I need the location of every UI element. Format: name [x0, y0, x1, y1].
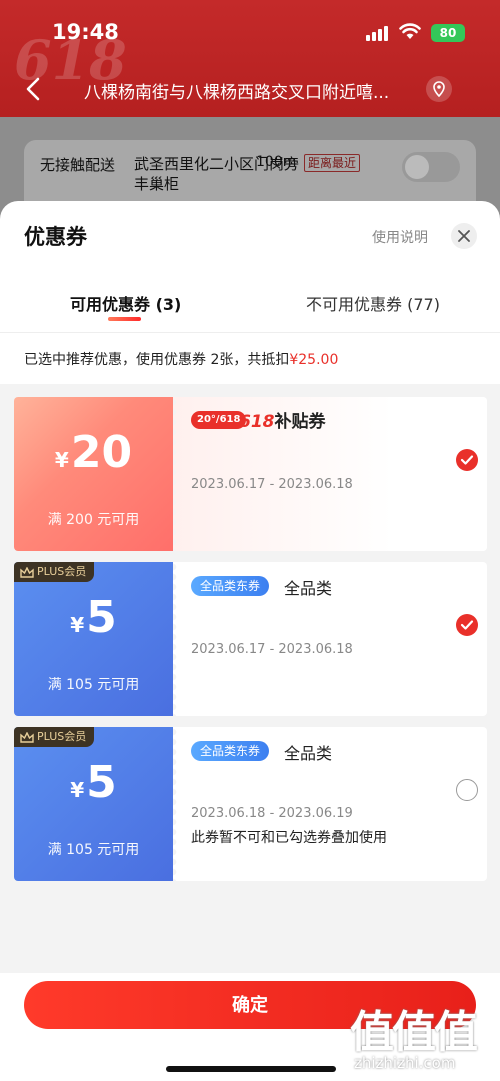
coupon-validity: 2023.06.17 - 2023.06.18 [191, 477, 353, 492]
coupon-card[interactable]: PLUS会员 ¥5 满 105 元可用 全品类东券 全品类 2023.06.17… [14, 562, 487, 716]
sheet-title: 优惠券 [24, 225, 87, 249]
coupon-value: ¥5 [70, 757, 117, 808]
address-bar[interactable]: 八棵杨南街与八棵杨西路交叉口附近嘻... [0, 68, 500, 110]
divider [0, 332, 500, 333]
coupon-edge [173, 397, 179, 551]
discount-amount: ¥25.00 [289, 352, 339, 368]
checkmark-icon [460, 620, 474, 630]
coupon-category: 全品类 [284, 579, 333, 598]
wifi-icon [399, 22, 421, 40]
close-button[interactable] [451, 223, 477, 249]
selection-summary: 已选中推荐优惠，使用优惠券 2张，共抵扣¥25.00 [24, 349, 338, 369]
category-tag: 全品类东券 [191, 741, 270, 761]
active-tab-indicator [108, 317, 141, 321]
tab-available-coupons[interactable]: 可用优惠券 (3) [70, 291, 181, 315]
coupon-conflict-note: 此券暂不可和已勾选券叠加使用 [191, 830, 387, 846]
coupon-value-panel: PLUS会员 ¥5 满 105 元可用 [14, 727, 173, 881]
coupon-info-panel: 全品类东券 全品类 2023.06.18 - 2023.06.19 此券暂不可和… [173, 727, 487, 881]
contactless-toggle[interactable] [402, 152, 460, 182]
coupon-value: ¥5 [70, 592, 117, 643]
back-arrow-icon[interactable] [24, 76, 42, 102]
coupon-condition: 满 105 元可用 [47, 677, 140, 693]
coupon-title: 618补贴券 [239, 412, 326, 432]
coupon-edge [173, 562, 179, 716]
coupon-validity: 2023.06.18 - 2023.06.19 [191, 806, 353, 821]
status-bar: 19:48 80 [0, 0, 500, 64]
coupon-condition: 满 105 元可用 [47, 842, 140, 858]
coupon-card[interactable]: ¥20 满 200 元可用 20°/618 618补贴券 2023.06.17 … [14, 397, 487, 551]
coupon-list: ¥20 满 200 元可用 20°/618 618补贴券 2023.06.17 … [0, 384, 500, 974]
coupon-condition: 满 200 元可用 [47, 512, 140, 528]
close-icon [458, 230, 470, 242]
nearest-tag: 距离最近 [304, 154, 361, 172]
plus-member-badge: PLUS会员 [14, 562, 95, 582]
coupon-category: 全品类 [284, 744, 333, 763]
coupon-value-panel: ¥20 满 200 元可用 [14, 397, 173, 551]
coupon-checkbox-unselected[interactable] [456, 779, 478, 801]
cellular-signal-icon [366, 25, 390, 41]
distance-label: 100m [256, 154, 297, 170]
coupon-checkbox-selected[interactable] [456, 614, 478, 636]
delivery-address: 八棵杨南街与八棵杨西路交叉口附近嘻... [84, 83, 390, 103]
coupon-value-panel: PLUS会员 ¥5 满 105 元可用 [14, 562, 173, 716]
coupon-card[interactable]: PLUS会员 ¥5 满 105 元可用 全品类东券 全品类 2023.06.18… [14, 727, 487, 881]
crown-icon [20, 566, 34, 578]
watermark-url: zhizhizhi.com [354, 1054, 456, 1072]
contactless-label: 无接触配送 [40, 156, 116, 174]
coupon-picker-screen: 618 19:48 80 八棵杨南街与八棵杨西路交叉口附近嘻... 无接触配送 … [0, 0, 500, 1081]
tab-unavailable-coupons[interactable]: 不可用优惠券 (77) [306, 291, 440, 315]
watermark: 值值值 zhizhizhi.com [350, 996, 500, 1081]
coupon-checkbox-selected[interactable] [456, 449, 478, 471]
watermark-logo: 值值值 [350, 1007, 478, 1058]
coupon-sheet: 优惠券 使用说明 可用优惠券 (3) 不可用优惠券 (77) 已选中推荐优惠，使… [0, 201, 500, 1081]
crown-icon [20, 731, 34, 743]
usage-instructions-link[interactable]: 使用说明 [372, 227, 428, 247]
home-indicator[interactable] [166, 1066, 336, 1072]
coupon-info-panel: 全品类东券 全品类 2023.06.17 - 2023.06.18 [173, 562, 487, 716]
coupon-edge [173, 727, 179, 881]
coupon-value: ¥20 [54, 427, 133, 478]
battery-icon: 80 [431, 24, 465, 42]
coupon-info-panel: 20°/618 618补贴券 2023.06.17 - 2023.06.18 [173, 397, 487, 551]
coupon-validity: 2023.06.17 - 2023.06.18 [191, 642, 353, 657]
checkmark-icon [460, 455, 474, 465]
status-time: 19:48 [52, 20, 119, 44]
summary-text: 已选中推荐优惠，使用优惠券 2张，共抵扣 [24, 352, 290, 368]
category-tag: 全品类东券 [191, 576, 270, 596]
plus-member-badge: PLUS会员 [14, 727, 95, 747]
location-pin-icon[interactable] [426, 76, 452, 102]
